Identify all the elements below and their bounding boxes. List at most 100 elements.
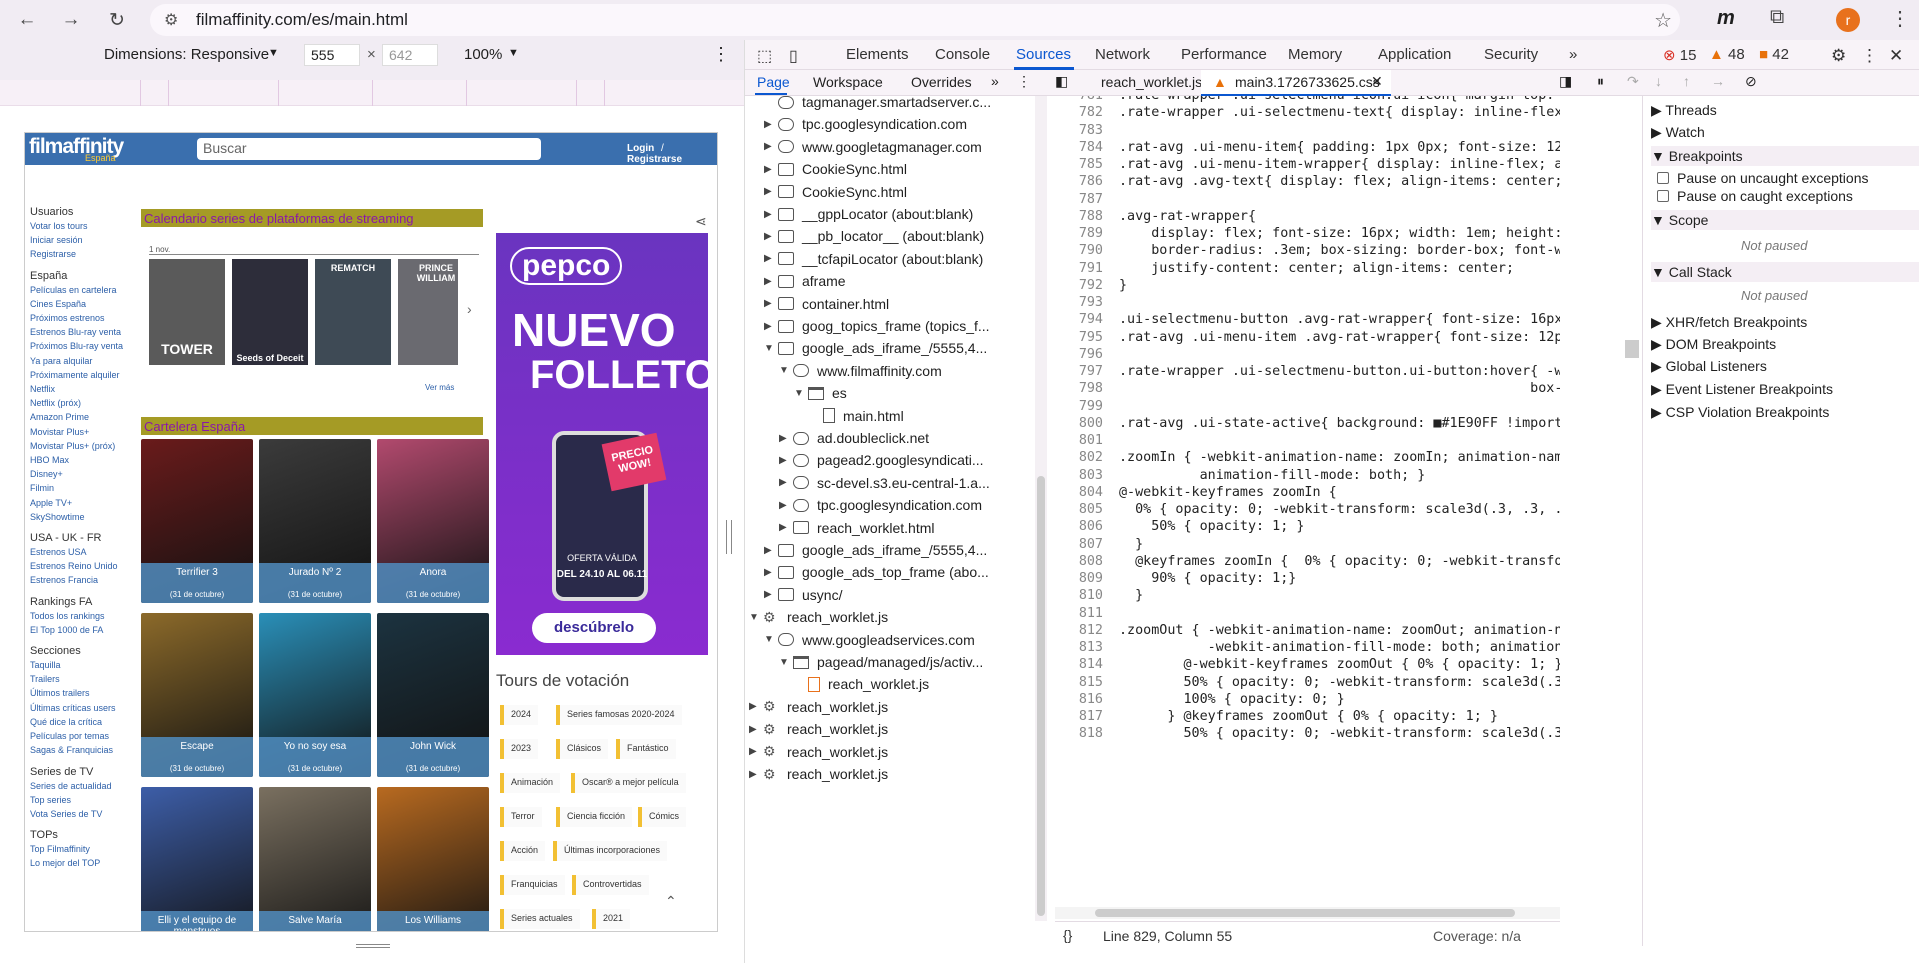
tree-arrow-icon[interactable]: ▶ — [764, 567, 778, 578]
sidebar-link[interactable]: Ya para alquilar — [30, 356, 135, 367]
tree-arrow-icon[interactable]: ▶ — [779, 500, 793, 511]
tree-node[interactable]: ▶ tpc.googlesyndication.com — [764, 113, 967, 135]
site-search-input[interactable]: Buscar — [197, 138, 541, 160]
nav-menu-icon[interactable]: ⋮ — [1017, 73, 1031, 90]
address-bar[interactable]: ⚙ filmaffinity.com/es/main.html ☆ — [150, 4, 1680, 36]
dimensions-select[interactable]: Dimensions: Responsive — [104, 46, 269, 63]
tree-node[interactable]: ▶ tpc.googlesyndication.com — [779, 494, 982, 516]
tree-node[interactable]: ▶ CookieSync.html — [764, 158, 907, 180]
sidebar-link[interactable]: Últimos trailers — [30, 688, 135, 699]
code-editor[interactable]: 781 .rate-wrapper .ui-selectmenu-icon.ui-… — [1055, 96, 1560, 946]
tree-node[interactable]: ▶ __pb_locator__ (about:blank) — [764, 225, 984, 247]
reload-icon[interactable]: ↻ — [102, 5, 132, 35]
movie-poster[interactable]: Elli y el equipo de monstruos — [141, 787, 253, 931]
ad-cta-button[interactable]: descúbrelo — [532, 613, 656, 643]
sidebar-link[interactable]: Votar los tours — [30, 221, 135, 232]
sidebar-link[interactable]: Iniciar sesión — [30, 235, 135, 246]
watch-section[interactable]: ▶ Watch — [1651, 124, 1705, 141]
sidebar-link[interactable]: Estrenos Francia — [30, 575, 135, 586]
tree-arrow-icon[interactable]: ▶ — [764, 545, 778, 556]
tour-tag[interactable]: Fantástico — [616, 739, 676, 759]
sidebar-link[interactable]: Próximos estrenos — [30, 313, 135, 324]
tree-node[interactable]: ▶ aframe — [764, 270, 846, 292]
deactivate-breakpoints-icon[interactable]: ⊘ — [1745, 73, 1757, 90]
tree-node[interactable]: ▶ sc-devel.s3.eu-central-1.a... — [779, 472, 990, 494]
sidebar-link[interactable]: Netflix (próx) — [30, 398, 135, 409]
sidebar-link[interactable]: Filmin — [30, 483, 135, 494]
inspect-element-icon[interactable]: ⬚ — [757, 46, 772, 66]
devtools-close-icon[interactable]: ✕ — [1889, 46, 1903, 66]
sidebar-link[interactable]: Apple TV+ — [30, 498, 135, 509]
tour-tag[interactable]: Controvertidas — [572, 875, 649, 895]
file-tab-main3-css[interactable]: ▲ main3.1726733625.css ✕ — [1201, 70, 1391, 96]
share-icon[interactable]: ⋖ — [695, 213, 707, 230]
movie-poster[interactable]: Terrifier 3 (31 de octubre) — [141, 439, 253, 603]
sidebar-link[interactable]: Últimas críticas users — [30, 703, 135, 714]
sidebar-link[interactable]: Trailers — [30, 674, 135, 685]
streaming-thumb[interactable]: PRINCE WILLIAM — [398, 259, 458, 365]
cartelera-section-title[interactable]: Cartelera España — [141, 417, 483, 435]
movie-poster[interactable]: Los Williams — [377, 787, 489, 931]
global-listeners-section[interactable]: ▶ Global Listeners — [1651, 358, 1767, 375]
tree-arrow-icon[interactable]: ▶ — [764, 209, 778, 220]
site-logo[interactable]: filmaffinity España — [29, 135, 124, 163]
scope-section[interactable]: ▼ Scope — [1651, 210, 1919, 230]
tab-security[interactable]: Security — [1484, 46, 1538, 63]
tour-tag[interactable]: Últimas incorporaciones — [553, 841, 668, 861]
tree-node[interactable]: ▶ usync/ — [764, 584, 842, 606]
sidebar-link[interactable]: Próximamente alquiler — [30, 370, 135, 381]
sidebar-link[interactable]: Próximos Blu-ray venta — [30, 341, 135, 352]
tab-elements[interactable]: Elements — [846, 46, 909, 63]
tree-arrow-icon[interactable]: ▶ — [764, 186, 778, 197]
tree-node[interactable]: ▶ google_ads_top_frame (abo... — [764, 561, 989, 583]
tree-arrow-icon[interactable]: ▶ — [764, 253, 778, 264]
issues-count[interactable]: ■ 42 — [1759, 46, 1789, 63]
error-count[interactable]: ⊗ 15 — [1663, 46, 1696, 64]
tour-tag[interactable]: Franquicias — [500, 875, 565, 895]
tree-arrow-icon[interactable]: ▶ — [764, 164, 778, 175]
tree-arrow-icon[interactable]: ▶ — [749, 724, 763, 735]
tree-arrow-icon[interactable]: ▶ — [764, 276, 778, 287]
height-input[interactable]: 642 — [382, 44, 438, 66]
tree-node[interactable]: ▶ www.googletagmanager.com — [764, 136, 982, 158]
sidebar-link[interactable]: Todos los rankings — [30, 611, 135, 622]
editor-hscrollbar[interactable] — [1055, 907, 1560, 919]
sidebar-link[interactable]: Taquilla — [30, 660, 135, 671]
tree-node[interactable]: ▶ ⚙ reach_worklet.js — [749, 763, 888, 785]
chrome-menu-icon[interactable]: ⋮ — [1890, 6, 1910, 31]
tab-console[interactable]: Console — [935, 46, 990, 63]
sidebar-link[interactable]: Top series — [30, 795, 135, 806]
tour-tag[interactable]: Animación — [500, 773, 561, 793]
tree-node[interactable]: ▶ ⚙ reach_worklet.js — [749, 741, 888, 763]
pause-caught-checkbox[interactable]: Pause on caught exceptions — [1657, 188, 1853, 204]
profile-avatar[interactable]: r — [1836, 8, 1860, 32]
pepco-ad[interactable]: pepco NUEVO FOLLETO PRECIO WOW! OFERTA VÁ… — [496, 233, 708, 655]
sidebar-link[interactable]: Películas por temas — [30, 731, 135, 742]
devtools-more-icon[interactable]: ⋮ — [1861, 46, 1878, 66]
tree-node[interactable]: main.html — [809, 405, 904, 427]
tree-arrow-icon[interactable]: ▶ — [764, 119, 778, 130]
sidebar-link[interactable]: Cines España — [30, 299, 135, 310]
tour-tag[interactable]: Ciencia ficción — [556, 807, 633, 827]
settings-gear-icon[interactable]: ⚙ — [1831, 46, 1846, 66]
toggle-navigator-icon[interactable]: ◧ — [1055, 73, 1068, 90]
editor-scrollbar[interactable] — [1625, 340, 1639, 358]
tree-node[interactable]: ▼ google_ads_iframe_/5555,4... — [764, 337, 987, 359]
close-tab-icon[interactable]: ✕ — [1371, 73, 1383, 90]
tree-arrow-icon[interactable]: ▼ — [779, 657, 793, 668]
sidebar-link[interactable]: Movistar Plus+ — [30, 427, 135, 438]
xhr-breakpoints-section[interactable]: ▶ XHR/fetch Breakpoints — [1651, 314, 1807, 331]
step-over-icon[interactable]: ↷ — [1627, 73, 1639, 90]
tab-memory[interactable]: Memory — [1288, 46, 1342, 63]
sidebar-link[interactable]: Estrenos USA — [30, 547, 135, 558]
event-listener-breakpoints-section[interactable]: ▶ Event Listener Breakpoints — [1651, 381, 1833, 398]
tour-tag[interactable]: Clásicos — [556, 739, 609, 759]
tree-node[interactable]: ▶ google_ads_iframe_/5555,4... — [764, 539, 987, 561]
tree-arrow-icon[interactable]: ▼ — [764, 634, 778, 645]
tab-application[interactable]: Application — [1378, 46, 1451, 63]
tour-tag[interactable]: Terror — [500, 807, 542, 827]
toggle-debugger-icon[interactable]: ◨ — [1559, 73, 1572, 90]
threads-section[interactable]: ▶ Threads — [1651, 102, 1717, 119]
tree-arrow-icon[interactable]: ▼ — [764, 343, 778, 354]
carousel-next-icon[interactable]: › — [467, 301, 472, 317]
